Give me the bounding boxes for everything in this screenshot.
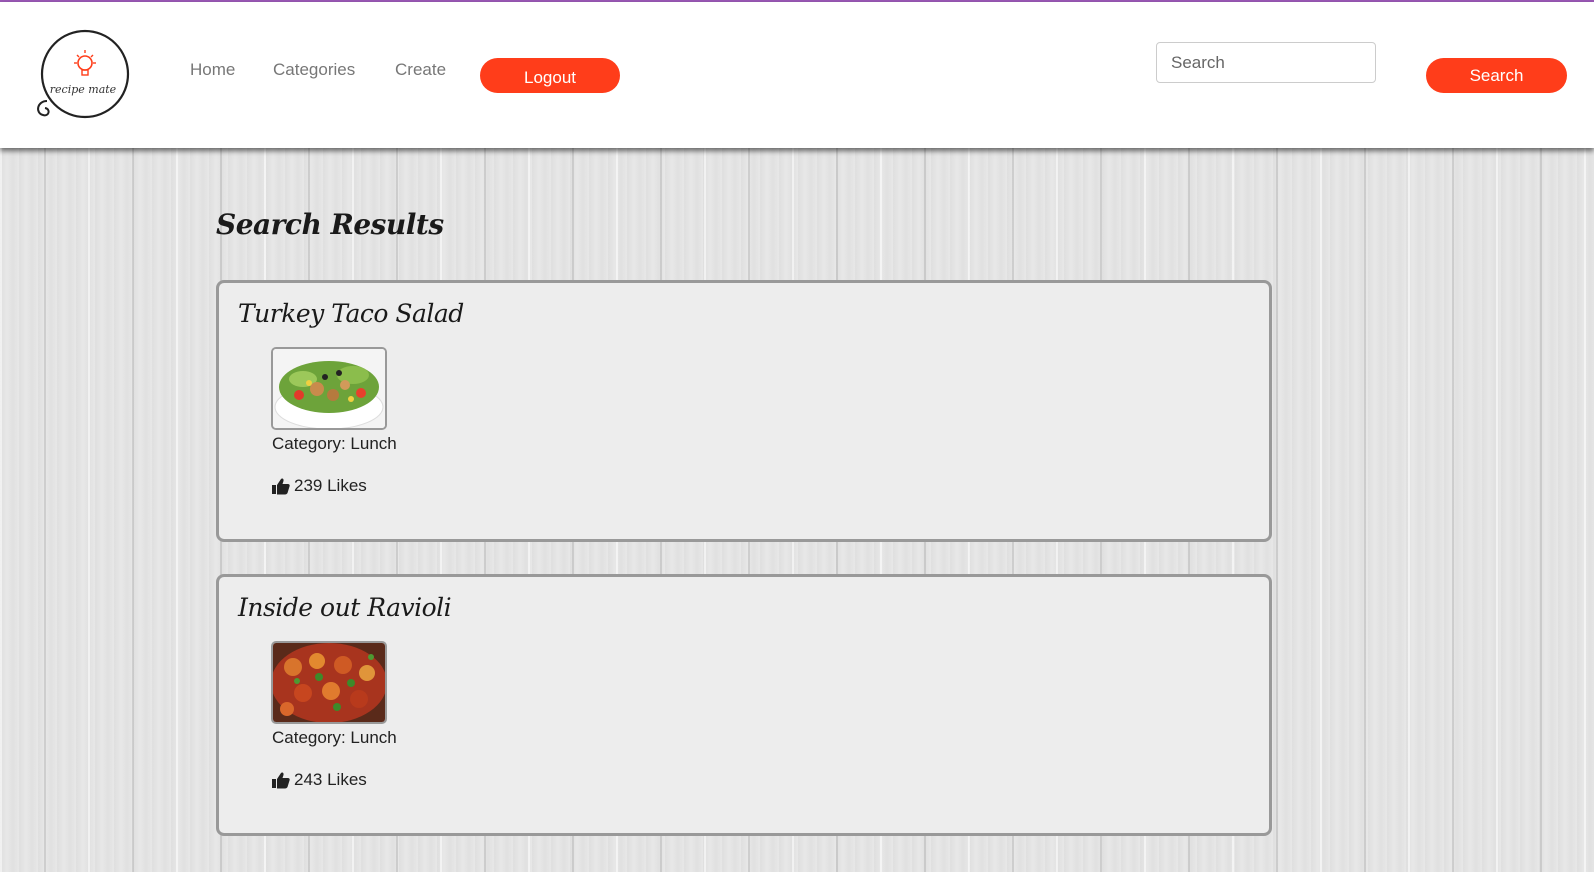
recipe-image[interactable] [271, 347, 387, 430]
recipe-title[interactable]: Inside out Ravioli [238, 593, 452, 622]
recipe-category: Category: Lunch [272, 434, 397, 453]
nav-create[interactable]: Create [395, 60, 446, 80]
recipe-image[interactable] [271, 641, 387, 724]
recipe-likes: 239 Likes [272, 476, 367, 496]
search-input[interactable] [1156, 42, 1376, 83]
likes-count: 243 Likes [294, 770, 367, 789]
nav-home[interactable]: Home [190, 60, 235, 80]
search-button[interactable]: Search [1426, 58, 1567, 93]
logo-text: recipe mate [49, 83, 117, 96]
logo-circle [37, 29, 130, 119]
recipe-title[interactable]: Turkey Taco Salad [238, 299, 464, 328]
recipe-category: Category: Lunch [272, 728, 397, 747]
recipe-likes: 243 Likes [272, 770, 367, 790]
nav-categories[interactable]: Categories [273, 60, 355, 80]
navbar: recipe mate Home Categories Create Logou… [0, 2, 1594, 148]
main-content: Search Results Turkey Taco Salad Categor… [0, 148, 1594, 872]
logout-button[interactable]: Logout [480, 58, 620, 93]
thumbs-up-icon[interactable] [272, 477, 290, 495]
page-title: Search Results [216, 208, 444, 241]
likes-count: 239 Likes [294, 476, 367, 495]
thumbs-up-icon[interactable] [272, 771, 290, 789]
result-card[interactable]: Turkey Taco Salad Category: Lunch 239 Li… [216, 280, 1272, 542]
result-card[interactable]: Inside out Ravioli Category: Lunch 243 L… [216, 574, 1272, 836]
logo[interactable]: recipe mate [33, 29, 133, 123]
